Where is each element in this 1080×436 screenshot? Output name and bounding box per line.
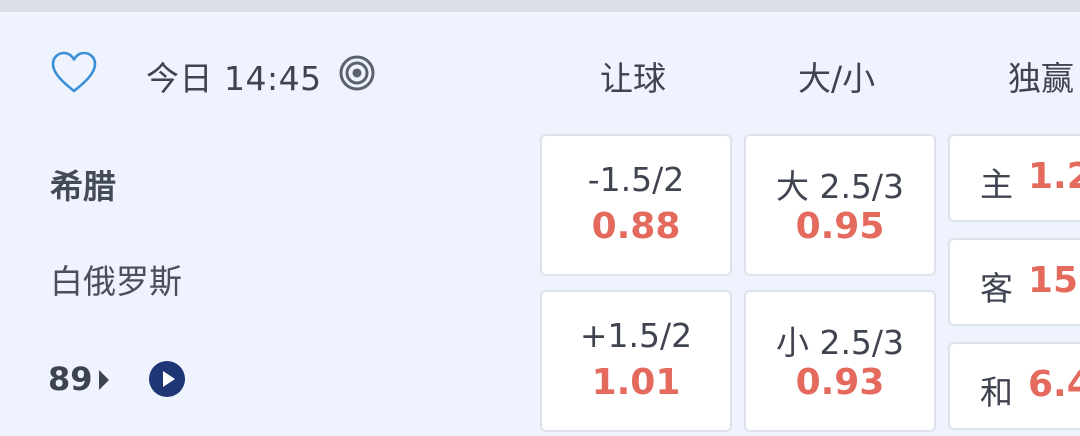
odds-price: 15: [1028, 260, 1079, 301]
odds-line: 大 2.5/3: [775, 167, 905, 206]
match-time: 今日 14:45: [146, 59, 322, 98]
odds-label: 和: [980, 373, 1013, 412]
column-header-handicap: 让球: [600, 59, 666, 98]
caret-right-icon[interactable]: [98, 369, 110, 391]
top-divider: [0, 0, 1080, 12]
odds-win-draw[interactable]: 和 6.4: [948, 342, 1080, 430]
more-markets-count[interactable]: 89: [48, 360, 93, 398]
odds-win-away[interactable]: 客 15: [948, 238, 1080, 326]
odds-line: -1.5/2: [587, 160, 685, 199]
odds-price: 1.2: [1028, 156, 1080, 197]
odds-price: 1.01: [591, 362, 681, 403]
odds-label: 主: [980, 165, 1013, 204]
odds-price: 0.93: [795, 362, 885, 403]
odds-handicap-away[interactable]: +1.5/2 1.01: [540, 290, 732, 432]
odds-under[interactable]: 小 2.5/3 0.93: [744, 290, 936, 432]
odds-price: 0.95: [795, 206, 885, 247]
heart-outline-icon[interactable]: [50, 50, 98, 96]
column-header-over-under: 大/小: [798, 59, 876, 98]
odds-line: +1.5/2: [579, 316, 693, 355]
odds-over[interactable]: 大 2.5/3 0.95: [744, 134, 936, 276]
play-circle-icon[interactable]: [148, 360, 186, 398]
target-icon[interactable]: [338, 54, 376, 92]
column-header-win: 独赢: [1008, 59, 1074, 98]
odds-label: 客: [980, 269, 1013, 308]
odds-win-home[interactable]: 主 1.2: [948, 134, 1080, 222]
odds-price: 6.4: [1028, 364, 1080, 405]
odds-price: 0.88: [591, 206, 681, 247]
odds-handicap-home[interactable]: -1.5/2 0.88: [540, 134, 732, 276]
away-team-name: 白俄罗斯: [50, 262, 182, 301]
odds-line: 小 2.5/3: [775, 323, 905, 362]
home-team-name: 希腊: [50, 167, 116, 206]
